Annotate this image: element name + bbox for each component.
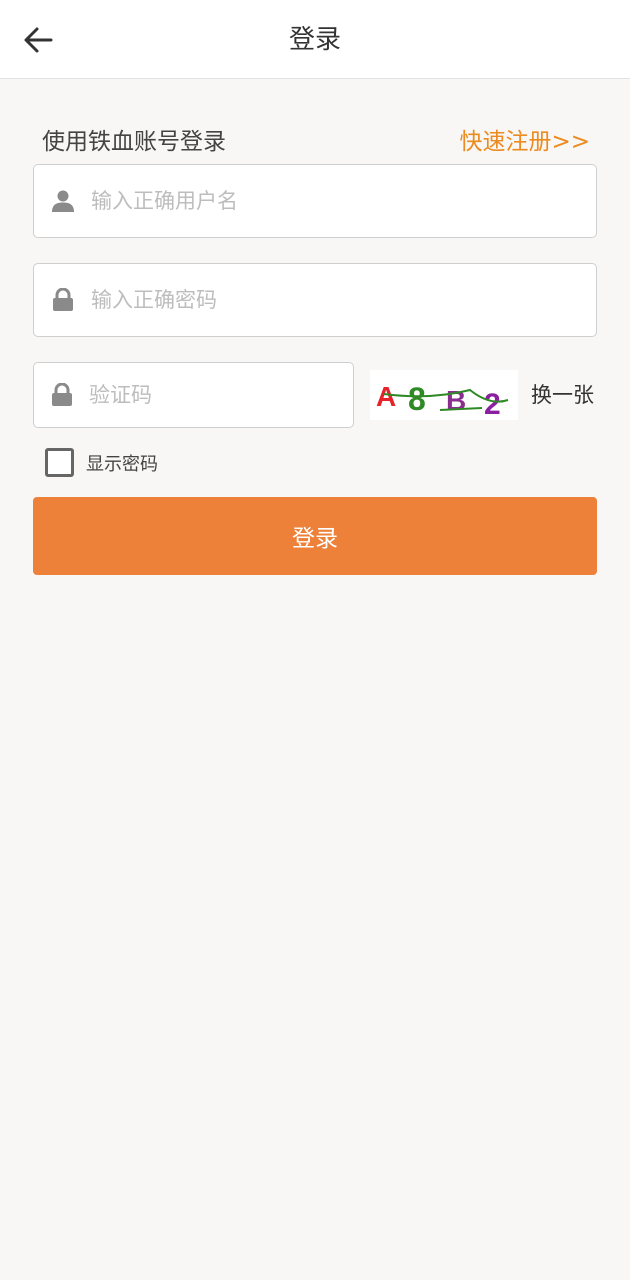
svg-text:B: B — [446, 385, 466, 416]
captcha-input[interactable] — [89, 363, 357, 427]
captcha-image[interactable]: A 8 B 2 — [370, 370, 518, 421]
lock-icon — [51, 288, 75, 312]
username-input[interactable] — [91, 165, 596, 237]
captcha-refresh-button[interactable]: 换一张 — [531, 380, 594, 410]
password-input[interactable] — [91, 264, 596, 336]
show-password-label: 显示密码 — [86, 453, 158, 475]
page-title: 登录 — [288, 25, 341, 55]
captcha-field[interactable] — [33, 362, 357, 428]
svg-text:2: 2 — [484, 388, 501, 420]
svg-text:8: 8 — [408, 381, 426, 417]
show-password-checkbox[interactable] — [45, 448, 74, 477]
user-icon — [51, 189, 75, 213]
login-button[interactable]: 登录 — [33, 497, 597, 575]
quick-register-link[interactable]: 快速注册>> — [459, 122, 590, 156]
password-field[interactable] — [33, 263, 597, 337]
svg-text:A: A — [376, 381, 396, 412]
lock-icon — [51, 383, 73, 407]
app-header: 登录 — [0, 0, 630, 79]
login-subtitle-row: 使用铁血账号登录 快速注册>> — [42, 121, 590, 157]
show-password-toggle[interactable]: 显示密码 — [45, 448, 158, 477]
login-subtitle: 使用铁血账号登录 — [42, 129, 226, 155]
username-field[interactable] — [33, 164, 597, 238]
